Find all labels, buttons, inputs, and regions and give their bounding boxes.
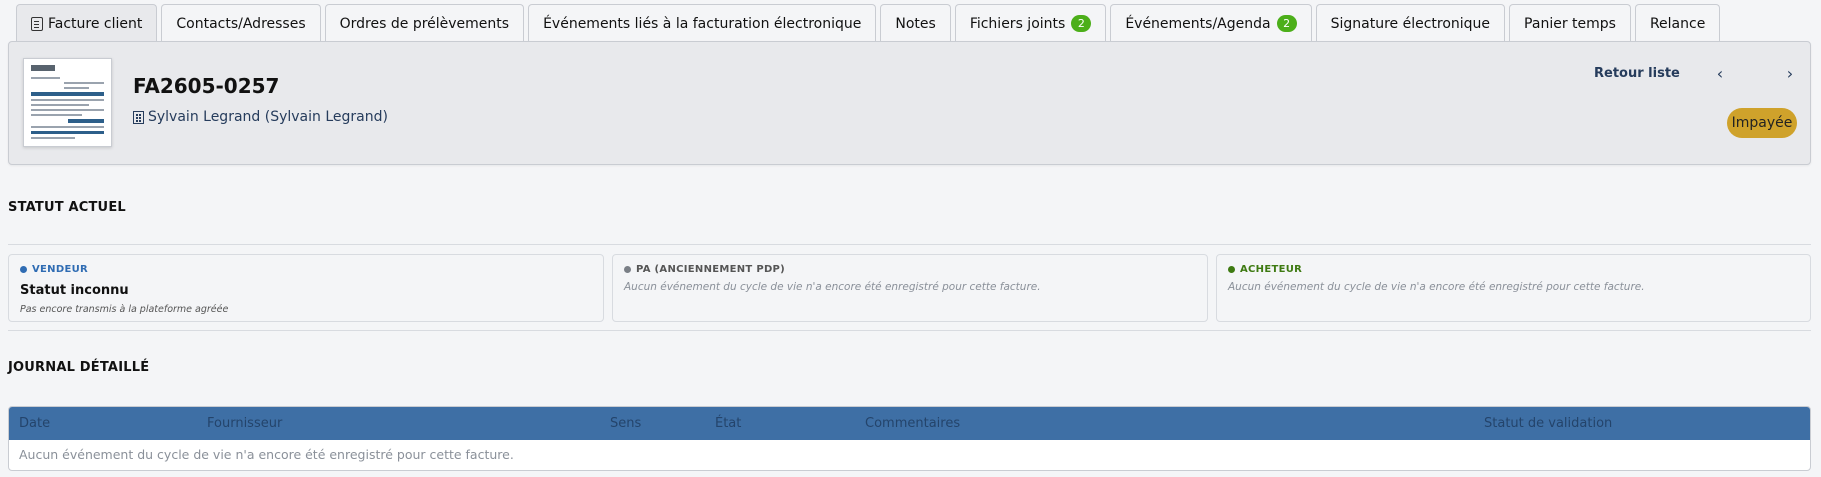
back-to-list-link[interactable]: Retour liste (1594, 66, 1680, 81)
journal-table: Date Fournisseur Sens État Commentaires … (8, 406, 1811, 471)
document-icon (31, 16, 43, 31)
column-header-etat[interactable]: État (715, 407, 741, 440)
tab-label: Panier temps (1524, 15, 1616, 32)
card-label: ACHETEUR (1240, 264, 1303, 275)
invoice-banner: FA2605-0257 Sylvain Legrand (Sylvain Leg… (8, 41, 1811, 165)
tab-evenements-facturation[interactable]: Événements liés à la facturation électro… (528, 4, 877, 42)
card-empty-text: Aucun événement du cycle de vie n'a enco… (1228, 281, 1645, 293)
tab-label: Notes (895, 15, 936, 32)
count-badge: 2 (1071, 15, 1092, 32)
tab-bar: Facture client Contacts/Adresses Ordres … (16, 4, 1721, 42)
status-card-seller: VENDEUR Statut inconnu Pas encore transm… (8, 254, 604, 322)
status-card-buyer: ACHETEUR Aucun événement du cycle de vie… (1216, 254, 1811, 322)
status-dot-icon (20, 266, 27, 273)
invoice-thumbnail[interactable] (23, 58, 112, 147)
table-empty-row: Aucun événement du cycle de vie n'a enco… (19, 447, 514, 462)
status-dot-icon (1228, 266, 1235, 273)
column-header-sens[interactable]: Sens (610, 407, 641, 440)
tab-signature-electronique[interactable]: Signature électronique (1315, 4, 1506, 42)
tab-label: Événements/Agenda (1125, 15, 1271, 32)
status-dot-icon (624, 266, 631, 273)
tab-label: Facture client (48, 15, 143, 32)
card-label: PA (ANCIENNEMENT PDP) (636, 264, 786, 275)
divider (8, 244, 1811, 245)
column-header-fournisseur[interactable]: Fournisseur (207, 407, 282, 440)
tab-fichiers-joints[interactable]: Fichiers joints 2 (954, 4, 1107, 42)
card-empty-text: Aucun événement du cycle de vie n'a enco… (624, 281, 1041, 293)
company-name: Sylvain Legrand (Sylvain Legrand) (148, 109, 388, 125)
tab-notes[interactable]: Notes (880, 4, 951, 42)
card-label: VENDEUR (32, 264, 88, 275)
chevron-right-icon[interactable]: › (1782, 64, 1798, 84)
card-note: Pas encore transmis à la plateforme agré… (20, 304, 229, 315)
count-badge: 2 (1276, 15, 1297, 32)
building-icon (133, 110, 144, 124)
tab-facture-client[interactable]: Facture client (16, 4, 158, 42)
column-header-commentaires[interactable]: Commentaires (865, 407, 960, 440)
table-header: Date Fournisseur Sens État Commentaires … (9, 407, 1810, 440)
card-value: Statut inconnu (20, 283, 129, 298)
tab-contacts-adresses[interactable]: Contacts/Adresses (161, 4, 321, 42)
tab-label: Relance (1649, 15, 1706, 32)
tab-ordres-prelevements[interactable]: Ordres de prélèvements (324, 4, 525, 42)
chevron-left-icon[interactable]: ‹ (1712, 64, 1728, 84)
section-title-current-status: STATUT ACTUEL (8, 200, 126, 215)
tab-relance[interactable]: Relance (1634, 4, 1721, 42)
status-badge: Impayée (1727, 108, 1797, 138)
tab-label: Événements liés à la facturation électro… (543, 15, 862, 32)
tab-label: Ordres de prélèvements (339, 15, 510, 32)
column-header-date[interactable]: Date (19, 407, 50, 440)
column-header-statut-validation[interactable]: Statut de validation (1484, 407, 1612, 440)
status-card-pa: PA (ANCIENNEMENT PDP) Aucun événement du… (612, 254, 1208, 322)
tab-evenements-agenda[interactable]: Événements/Agenda 2 (1110, 4, 1312, 42)
tab-panier-temps[interactable]: Panier temps (1509, 4, 1631, 42)
invoice-ref: FA2605-0257 (133, 74, 280, 98)
tab-label: Signature électronique (1330, 15, 1491, 32)
section-title-journal: JOURNAL DÉTAILLÉ (8, 360, 150, 375)
tab-label: Fichiers joints (969, 15, 1066, 32)
tab-label: Contacts/Adresses (176, 15, 306, 32)
third-party-link[interactable]: Sylvain Legrand (Sylvain Legrand) (133, 109, 388, 125)
divider (8, 330, 1811, 331)
